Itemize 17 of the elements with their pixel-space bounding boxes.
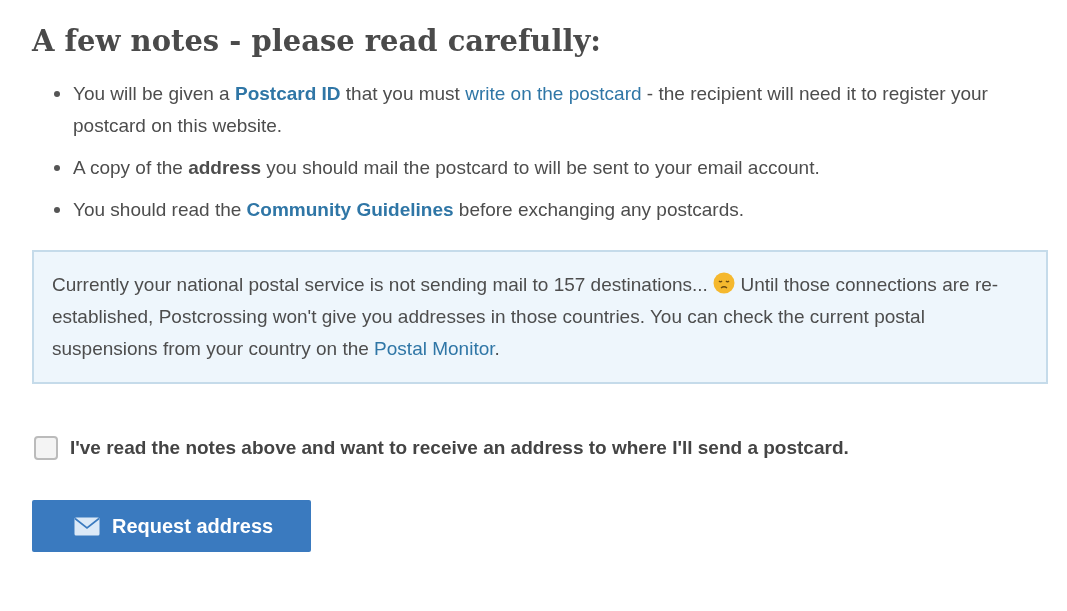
text-link[interactable]: Postcard ID <box>234 83 341 104</box>
text-link[interactable]: Postal Monitor <box>374 338 495 359</box>
checkbox-label: I've read the notes above and want to receive an address to where I'll send a postcard. <box>70 437 849 459</box>
note-text: You should read the Community Guidelines before exchanging any postcards. <box>73 198 744 222</box>
request-button[interactable]: Request address <box>32 500 311 552</box>
note-text: A copy of the address you should mail the postcard to will be sent to your email account. <box>73 156 820 180</box>
text-link[interactable]: Community Guidelines <box>246 199 454 220</box>
text-link[interactable]: write on the postcard <box>465 83 642 104</box>
page-heading: A few notes - please read carefully: <box>32 24 603 58</box>
bullet-icon <box>54 207 60 213</box>
note-text: You will be given a Postcard ID that you must write on the postcard - the recipient will need it to register your postcard on this website. <box>73 82 989 138</box>
bullet-icon <box>54 165 60 171</box>
envelope-icon <box>74 516 100 536</box>
checkbox[interactable] <box>34 436 58 460</box>
sad-face-icon <box>713 272 736 294</box>
bullet-icon <box>54 91 60 97</box>
notice-text: Currently your national postal service is not sending mail to 157 destinations... Until those connections are re-established, Postcrossing won't give you addresses in those countries. You can check the current postal suspensions from your country on the Postal Monitor. <box>52 271 1000 361</box>
